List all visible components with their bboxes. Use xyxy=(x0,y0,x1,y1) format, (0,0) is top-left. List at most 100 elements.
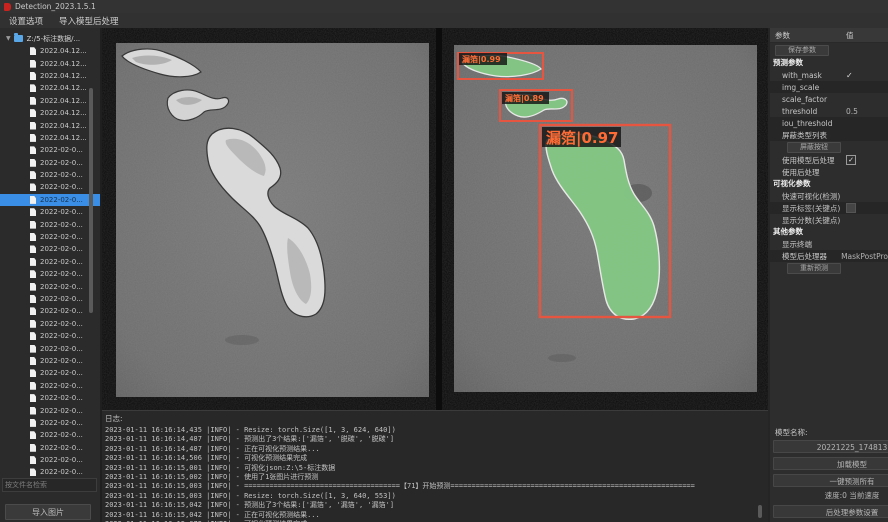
tree-item[interactable]: 2022-02-0... xyxy=(0,318,100,330)
param-row[interactable]: 显示分数(关键点) xyxy=(770,214,888,226)
predict-all-button[interactable]: 一键预测所有 xyxy=(773,474,888,487)
tree-item[interactable]: 2022-02-0... xyxy=(0,194,100,206)
param-label: 显示终端 xyxy=(770,239,846,250)
file-tree[interactable]: ▼ Z:/5-标注数据/... 2022.04.12...2022.04.12.… xyxy=(0,32,100,484)
file-icon xyxy=(30,258,36,266)
param-row[interactable]: 显示标签(关键点)✓ xyxy=(770,202,888,214)
file-icon xyxy=(30,419,36,427)
tree-item[interactable]: 2022-02-0... xyxy=(0,280,100,292)
app-logo-icon xyxy=(4,3,11,11)
param-row[interactable]: 屏蔽类型列表 xyxy=(770,129,888,141)
param-label: 使用模型后处理 xyxy=(770,155,846,166)
tree-item[interactable]: 2022.04.12... xyxy=(0,107,100,119)
tree-item[interactable]: 2022.04.12... xyxy=(0,45,100,57)
log-line: 2023-01-11 16:16:15,003 |INFO| - =======… xyxy=(105,482,768,491)
tree-item[interactable]: 2022-02-0... xyxy=(0,305,100,317)
tree-item[interactable]: 2022-02-0... xyxy=(0,330,100,342)
param-row[interactable]: scale_factor xyxy=(770,93,888,105)
prediction-image-panel[interactable]: 漏箔|0.99漏箔|0.89漏箔|0.97 xyxy=(442,28,772,410)
file-icon xyxy=(30,233,36,241)
tree-item[interactable]: 2022-02-0... xyxy=(0,355,100,367)
tree-item[interactable]: 2022-02-0... xyxy=(0,417,100,429)
tree-root-label: Z:/5-标注数据/... xyxy=(27,34,81,44)
model-name-field[interactable]: 20221225_174813 xyxy=(773,440,888,453)
file-icon xyxy=(30,47,36,55)
param-row[interactable]: 快速可视化(检测) xyxy=(770,190,888,202)
postprocess-params-button[interactable]: 后处理参数设置 xyxy=(773,505,888,518)
tree-item[interactable]: 2022.04.12... xyxy=(0,95,100,107)
tree-item-label: 2022-02-0... xyxy=(40,468,83,476)
menu-item[interactable]: 设置选项 xyxy=(9,15,43,27)
param-row[interactable]: img_scale xyxy=(770,81,888,93)
tree-item[interactable]: 2022-02-0... xyxy=(0,293,100,305)
tree-item[interactable]: 2022-02-0... xyxy=(0,157,100,169)
tree-item[interactable]: 2022.04.12... xyxy=(0,119,100,131)
tree-item[interactable]: 2022-02-0... xyxy=(0,181,100,193)
source-image-panel[interactable] xyxy=(102,28,436,410)
tree-item[interactable]: 2022-02-0... xyxy=(0,256,100,268)
file-icon xyxy=(30,357,36,365)
tree-item[interactable]: 2022-02-0... xyxy=(0,144,100,156)
tree-item[interactable]: 2022-02-0... xyxy=(0,367,100,379)
load-model-button[interactable]: 加载模型 xyxy=(773,457,888,470)
param-group-title: 可视化参数 xyxy=(770,178,888,190)
tree-item-label: 2022-02-0... xyxy=(40,332,83,340)
tree-item[interactable]: 2022-02-0... xyxy=(0,342,100,354)
log-panel[interactable]: 日志: 2023-01-11 16:16:14,435 |INFO| - Res… xyxy=(102,410,768,522)
save-params-button[interactable]: 保存参数 xyxy=(775,45,829,56)
detection-label-text: 漏箔|0.89 xyxy=(505,93,544,103)
file-icon xyxy=(30,345,36,353)
tree-scrollbar[interactable] xyxy=(89,88,93,313)
file-icon xyxy=(30,307,36,315)
tree-root-node[interactable]: ▼ Z:/5-标注数据/... xyxy=(0,32,100,45)
tree-item[interactable]: 2022-02-0... xyxy=(0,454,100,466)
file-icon xyxy=(30,109,36,117)
param-row[interactable]: 模型后处理器MaskPostPro xyxy=(770,250,888,262)
param-group-title: 预测参数 xyxy=(770,57,888,69)
folder-icon xyxy=(14,35,23,42)
tree-item[interactable]: 2022-02-0... xyxy=(0,169,100,181)
param-row[interactable]: iou_threshold xyxy=(770,117,888,129)
tree-item[interactable]: 2022.04.12... xyxy=(0,70,100,82)
tree-item[interactable]: 2022-02-0... xyxy=(0,404,100,416)
tree-item-label: 2022-02-0... xyxy=(40,444,83,452)
tree-item[interactable]: 2022-02-0... xyxy=(0,231,100,243)
tree-item[interactable]: 2022-02-0... xyxy=(0,392,100,404)
tree-item[interactable]: 2022.04.12... xyxy=(0,57,100,69)
tree-item-label: 2022-02-0... xyxy=(40,208,83,216)
tree-item-label: 2022-02-0... xyxy=(40,307,83,315)
menu-item[interactable]: 导入模型后处理 xyxy=(59,15,119,27)
tree-item[interactable]: 2022-02-0... xyxy=(0,380,100,392)
param-row[interactable]: 显示终端 xyxy=(770,238,888,250)
tree-item[interactable]: 2022-02-0... xyxy=(0,268,100,280)
tree-item-label: 2022-02-0... xyxy=(40,419,83,427)
param-row[interactable]: threshold0.5 xyxy=(770,105,888,117)
window-title: Detection_2023.1.5.1 xyxy=(15,2,96,11)
tree-item[interactable]: 2022-02-0... xyxy=(0,218,100,230)
import-images-button[interactable]: 导入图片 xyxy=(5,504,91,520)
tree-item[interactable]: 2022.04.12... xyxy=(0,82,100,94)
tree-item[interactable]: 2022-02-0... xyxy=(0,442,100,454)
param-row[interactable]: 使用后处理 xyxy=(770,166,888,178)
checkbox-checked-icon[interactable]: ✓ xyxy=(846,155,856,165)
param-row[interactable]: with_mask✓ xyxy=(770,69,888,81)
param-action-button[interactable]: 屏蔽按钮 xyxy=(787,142,841,153)
log-scrollbar[interactable] xyxy=(758,505,762,518)
param-value: ✓ xyxy=(846,203,888,213)
tree-item[interactable]: 2022-02-0... xyxy=(0,206,100,218)
tree-item[interactable]: 2022-02-0... xyxy=(0,243,100,255)
chevron-down-icon[interactable]: ▼ xyxy=(6,35,11,42)
tree-item[interactable]: 2022.04.12... xyxy=(0,132,100,144)
param-label: threshold xyxy=(770,107,846,116)
param-value: MaskPostPro xyxy=(841,252,888,261)
search-input[interactable] xyxy=(2,478,97,492)
checkbox-unchecked-icon[interactable]: ✓ xyxy=(846,203,856,213)
param-row[interactable]: 使用模型后处理✓ xyxy=(770,154,888,166)
tree-item[interactable]: 2022-02-0... xyxy=(0,429,100,441)
file-icon xyxy=(30,60,36,68)
tree-item-label: 2022-02-0... xyxy=(40,345,83,353)
file-icon xyxy=(30,295,36,303)
param-label: 显示分数(关键点) xyxy=(770,215,846,226)
param-action-button[interactable]: 重新预测 xyxy=(787,263,841,274)
tree-item[interactable]: 2022-02-0... xyxy=(0,466,100,478)
